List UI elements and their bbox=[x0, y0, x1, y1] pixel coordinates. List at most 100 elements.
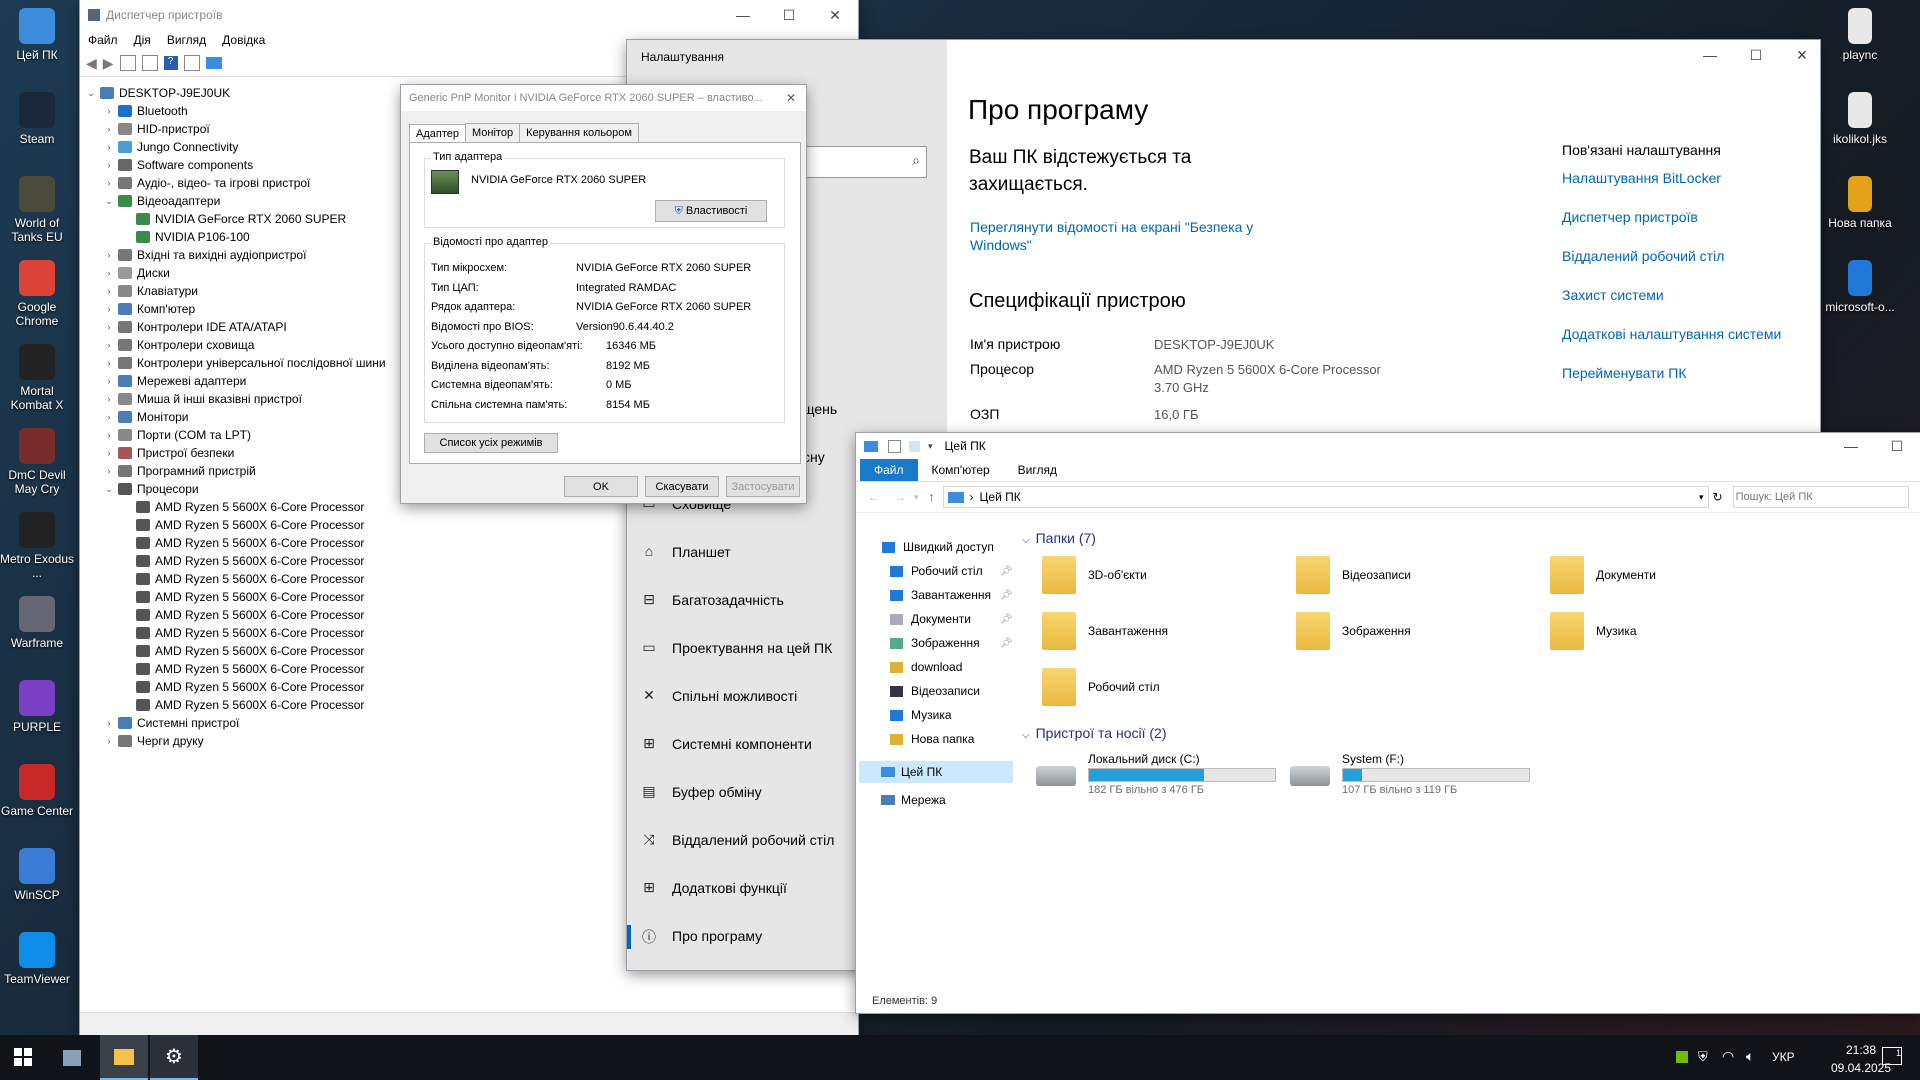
device-category[interactable]: › Клавіатури bbox=[84, 282, 386, 300]
nav-item[interactable]: Музика bbox=[890, 708, 952, 722]
desktop-icon[interactable]: ikolikol.jks bbox=[1822, 92, 1898, 146]
devices-header[interactable]: ⌵ Пристрої та носії (2) bbox=[1022, 725, 1166, 741]
device-node[interactable]: AMD Ryzen 5 5600X 6-Core Processor bbox=[84, 606, 386, 624]
close-icon[interactable]: ✕ bbox=[812, 0, 858, 30]
notification-icon[interactable]: 1 bbox=[1882, 1047, 1902, 1065]
device-category[interactable]: › Порти (COM та LPT) bbox=[84, 426, 386, 444]
new-folder-icon[interactable] bbox=[909, 440, 920, 452]
related-settings-link[interactable]: Додаткові налаштування системи bbox=[1562, 326, 1781, 342]
pin-icon[interactable]: 📌︎ bbox=[1000, 614, 1013, 625]
folder-item[interactable]: Завантаження bbox=[1042, 612, 1168, 650]
nav-item[interactable]: Швидкий доступ bbox=[882, 540, 994, 554]
settings-nav-item[interactable]: ▤ Буфер обміну bbox=[640, 783, 761, 801]
chevron-right-icon[interactable]: › bbox=[102, 120, 116, 138]
settings-nav-item[interactable]: ⌂ Планшет bbox=[640, 543, 731, 561]
taskbar-explorer[interactable] bbox=[100, 1035, 148, 1080]
list-icon[interactable] bbox=[183, 55, 200, 71]
related-settings-link[interactable]: Захист системи bbox=[1562, 287, 1664, 303]
nav-item[interactable]: Відеозаписи bbox=[890, 684, 980, 698]
related-settings-link[interactable]: Налаштування BitLocker bbox=[1562, 170, 1721, 186]
ribbon-tab[interactable]: Файл bbox=[860, 459, 918, 481]
chevron-right-icon[interactable]: › bbox=[102, 336, 116, 354]
menu-item[interactable]: Вигляд bbox=[159, 33, 214, 47]
minimize-icon[interactable]: — bbox=[1687, 40, 1733, 70]
related-settings-link[interactable]: Перейменувати ПК bbox=[1562, 365, 1686, 381]
device-category[interactable]: › Контролери сховища bbox=[84, 336, 386, 354]
device-node[interactable]: AMD Ryzen 5 5600X 6-Core Processor bbox=[84, 624, 386, 642]
desktop-icon[interactable]: Steam bbox=[0, 92, 75, 146]
apply-button[interactable]: Застосувати bbox=[726, 476, 800, 497]
pin-icon[interactable]: 📌︎ bbox=[1000, 566, 1013, 577]
folder-item[interactable]: Музика bbox=[1550, 612, 1637, 650]
device-node[interactable]: AMD Ryzen 5 5600X 6-Core Processor bbox=[84, 696, 386, 714]
chevron-right-icon[interactable]: › bbox=[102, 318, 116, 336]
device-category[interactable]: › Комп'ютер bbox=[84, 300, 386, 318]
checkmark-icon[interactable] bbox=[888, 439, 901, 453]
device-node[interactable]: AMD Ryzen 5 5600X 6-Core Processor bbox=[84, 534, 386, 552]
nav-this-pc[interactable]: Цей ПК bbox=[859, 761, 1013, 783]
chevron-right-icon[interactable]: › bbox=[102, 372, 116, 390]
chevron-down-icon[interactable]: ▾ bbox=[1699, 492, 1704, 503]
device-category[interactable]: › HID-пристрої bbox=[84, 120, 386, 138]
cancel-button[interactable]: Скасувати bbox=[645, 476, 719, 497]
desktop-icon[interactable]: Mortal Kombat X bbox=[0, 344, 75, 412]
device-manager-titlebar[interactable]: Диспетчер пристроїв — ☐ ✕ bbox=[80, 0, 858, 30]
ribbon-tab[interactable]: Вигляд bbox=[1004, 459, 1071, 481]
desktop-icon[interactable]: Warframe bbox=[0, 596, 75, 650]
device-node[interactable]: AMD Ryzen 5 5600X 6-Core Processor bbox=[84, 588, 386, 606]
device-category[interactable]: › Контролери IDE ATA/ATAPI bbox=[84, 318, 386, 336]
dropdown-icon[interactable]: ▾ bbox=[928, 441, 933, 452]
nav-item[interactable]: download bbox=[890, 660, 962, 674]
volume-icon[interactable]: 🔈︎ bbox=[1746, 1048, 1754, 1065]
security-tray-icon[interactable]: ⛨ bbox=[1698, 1049, 1708, 1065]
device-category[interactable]: › Системні пристрої bbox=[84, 714, 386, 732]
chevron-right-icon[interactable]: › bbox=[102, 390, 116, 408]
maximize-icon[interactable]: ☐ bbox=[766, 0, 812, 30]
desktop-icon[interactable]: PURPLE bbox=[0, 680, 75, 734]
device-category[interactable]: › Мережеві адаптери bbox=[84, 372, 386, 390]
drive-item[interactable]: Локальний диск (C:) 182 ГБ вільно з 476 Г… bbox=[1036, 752, 1286, 802]
chevron-right-icon[interactable]: › bbox=[102, 156, 116, 174]
close-icon[interactable]: ✕ bbox=[786, 91, 796, 105]
device-category[interactable]: ⌄ DESKTOP-J9EJ0UK bbox=[84, 84, 386, 102]
dialog-titlebar[interactable]: Generic PnP Monitor і NVIDIA GeForce RTX… bbox=[401, 85, 806, 111]
settings-nav-item[interactable]: ⤨ Віддалений робочий стіл bbox=[640, 831, 834, 849]
device-category[interactable]: › Пристрої безпеки bbox=[84, 444, 386, 462]
chevron-down-icon[interactable]: ⌄ bbox=[102, 480, 116, 498]
device-node[interactable]: AMD Ryzen 5 5600X 6-Core Processor bbox=[84, 498, 386, 516]
device-node[interactable]: AMD Ryzen 5 5600X 6-Core Processor bbox=[84, 516, 386, 534]
nav-item[interactable]: Завантаження 📌︎ bbox=[890, 588, 1013, 602]
security-link[interactable]: Переглянути відомості на екрані "Безпека… bbox=[970, 218, 1270, 254]
monitor-scan-icon[interactable] bbox=[205, 57, 222, 69]
device-category[interactable]: › Черги друку bbox=[84, 732, 386, 750]
menu-item[interactable]: Файл bbox=[80, 33, 126, 47]
nav-item[interactable]: Документи 📌︎ bbox=[890, 612, 1013, 626]
forward-arrow-icon[interactable]: → bbox=[894, 490, 906, 504]
settings-nav-item[interactable]: ⊞ Системні компоненти bbox=[640, 735, 812, 753]
desktop-icon[interactable]: WinSCP bbox=[0, 848, 75, 902]
folder-item[interactable]: 3D-об'єкти bbox=[1042, 556, 1147, 594]
device-node[interactable]: AMD Ryzen 5 5600X 6-Core Processor bbox=[84, 570, 386, 588]
help-icon[interactable]: ? bbox=[163, 56, 178, 70]
dialog-tab[interactable]: Керування кольором bbox=[519, 123, 639, 142]
back-arrow-icon[interactable]: ◀ bbox=[86, 55, 97, 72]
device-category[interactable]: › Bluetooth bbox=[84, 102, 386, 120]
chevron-right-icon[interactable]: › bbox=[102, 102, 116, 120]
desktop-icon[interactable]: Цей ПК bbox=[0, 8, 75, 62]
settings-nav-item[interactable]: ⊟ Багатозадачність bbox=[640, 591, 784, 609]
settings-nav-item[interactable]: ⓘ Про програму bbox=[640, 927, 762, 945]
search-input[interactable] bbox=[1732, 486, 1909, 508]
chevron-down-icon[interactable]: ⌄ bbox=[84, 84, 98, 102]
related-settings-link[interactable]: Диспетчер пристроїв bbox=[1562, 209, 1698, 225]
minimize-icon[interactable]: — bbox=[720, 0, 766, 30]
address-bar[interactable]: › Цей ПК ▾ bbox=[942, 486, 1709, 508]
folder-item[interactable]: Документи bbox=[1550, 556, 1656, 594]
chevron-right-icon[interactable]: › bbox=[102, 462, 116, 480]
properties-icon[interactable] bbox=[141, 55, 158, 71]
language-indicator[interactable]: УКР bbox=[1772, 1050, 1795, 1064]
menu-item[interactable]: Довідка bbox=[214, 33, 273, 47]
chevron-down-icon[interactable]: ⌄ bbox=[102, 192, 116, 210]
device-node[interactable]: AMD Ryzen 5 5600X 6-Core Processor bbox=[84, 552, 386, 570]
desktop-icon[interactable]: Google Chrome bbox=[0, 260, 75, 328]
folder-item[interactable]: Відеозаписи bbox=[1296, 556, 1411, 594]
